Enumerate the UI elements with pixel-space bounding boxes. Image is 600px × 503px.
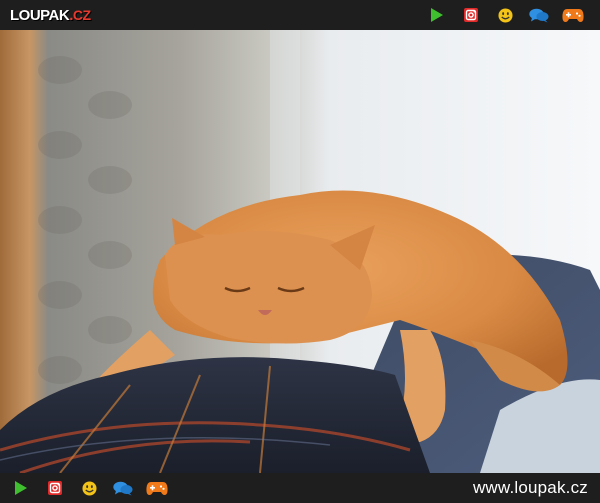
chat-button[interactable] bbox=[106, 473, 140, 503]
top-icon-group bbox=[420, 0, 590, 30]
smiley-icon bbox=[81, 480, 97, 496]
bottom-icon-group bbox=[4, 473, 174, 503]
play-icon bbox=[431, 8, 443, 22]
play-button[interactable] bbox=[420, 0, 454, 30]
smiley-button[interactable] bbox=[72, 473, 106, 503]
logo-tld: CZ bbox=[72, 6, 91, 23]
cat-photo bbox=[0, 30, 600, 473]
games-button[interactable] bbox=[140, 473, 174, 503]
games-button[interactable] bbox=[556, 0, 590, 30]
smiley-icon bbox=[497, 7, 513, 23]
play-icon bbox=[15, 481, 27, 495]
smiley-button[interactable] bbox=[488, 0, 522, 30]
chat-bubbles-icon bbox=[113, 481, 133, 495]
site-logo[interactable]: LOUPAK. CZ bbox=[10, 7, 91, 24]
play-button[interactable] bbox=[4, 473, 38, 503]
instagram-icon bbox=[464, 8, 478, 22]
instagram-icon bbox=[48, 481, 62, 495]
site-url[interactable]: www.loupak.cz bbox=[473, 478, 588, 498]
instagram-button[interactable] bbox=[38, 473, 72, 503]
top-bar: LOUPAK. CZ bbox=[0, 0, 600, 30]
chat-bubbles-icon bbox=[529, 8, 549, 22]
logo-main: LOUPAK bbox=[10, 6, 70, 24]
instagram-button[interactable] bbox=[454, 0, 488, 30]
gamepad-icon bbox=[146, 481, 168, 495]
cat-photo-illustration bbox=[0, 30, 600, 473]
gamepad-icon bbox=[562, 8, 584, 22]
bottom-bar: www.loupak.cz bbox=[0, 473, 600, 503]
chat-button[interactable] bbox=[522, 0, 556, 30]
